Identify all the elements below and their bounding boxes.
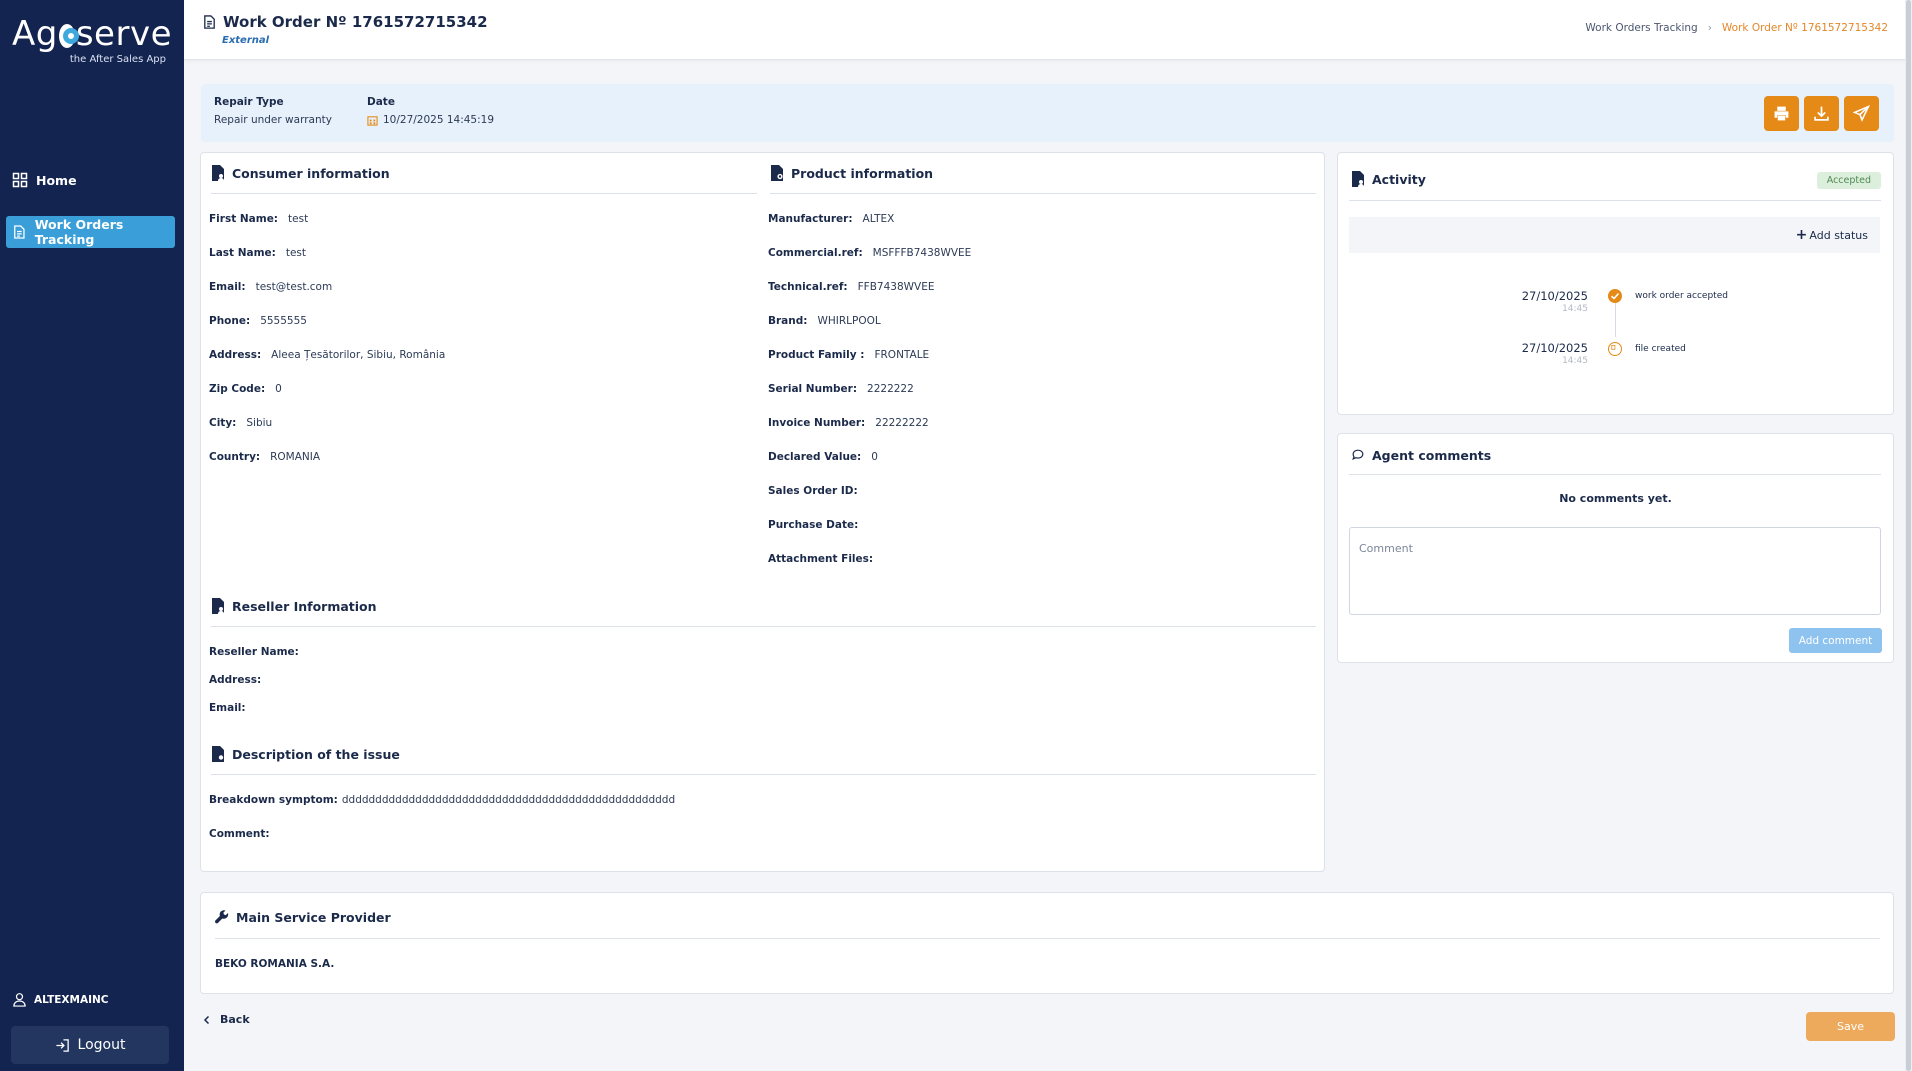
logo-mark-icon [58, 24, 79, 48]
product-manufacturer: Manufacturer: ALTEX [768, 213, 895, 225]
product-serial-number: Serial Number: 2222222 [768, 383, 914, 395]
chat-icon [1352, 449, 1364, 461]
user-file-icon [212, 598, 224, 614]
product-info-title: Product information [770, 165, 933, 181]
add-status-button[interactable]: + Add status [1796, 227, 1868, 243]
work-order-details-card: Consumer information First Name: test Las… [200, 152, 1325, 872]
activity-card: Activity Accepted + Add status 27/10/202… [1337, 152, 1894, 415]
send-button[interactable] [1844, 96, 1879, 131]
product-declared-value: Declared Value: 0 [768, 451, 878, 463]
reseller-address: Address: [209, 674, 262, 686]
file-icon [212, 746, 224, 762]
nav-item-home[interactable]: Home [6, 164, 175, 196]
consumer-country: Country: ROMANIA [209, 451, 321, 463]
breadcrumb-current: Work Order Nº 1761572715342 [1721, 22, 1888, 34]
timeline-event-text: file created [1635, 344, 1686, 354]
document-icon [14, 225, 25, 239]
app-logo[interactable]: Ag serve the After Sales App [12, 14, 172, 65]
issue-description-title: Description of the issue [211, 746, 400, 762]
product-brand: Brand: WHIRLPOOL [768, 315, 881, 327]
repair-type-value: Repair under warranty [214, 114, 332, 126]
agent-comments-card: Agent comments No comments yet. Add comm… [1337, 433, 1894, 663]
calendar-icon [367, 115, 378, 126]
reseller-email: Email: [209, 702, 246, 714]
date-label: Date [367, 96, 395, 108]
issue-breakdown-symptom: Breakdown symptom: dddddddddddddddddddddd… [209, 794, 676, 806]
user-profile[interactable]: ALTEXMAINC [12, 992, 108, 1007]
consumer-first-name: First Name: test [209, 213, 309, 225]
nav-home-label: Home [36, 172, 77, 188]
page-title: Work Order Nº 1761572715342 [202, 13, 488, 31]
timeline-date: 27/10/2025 [1521, 289, 1588, 303]
grid-icon [12, 172, 28, 188]
add-comment-button[interactable]: Add comment [1789, 628, 1882, 653]
breadcrumb: Work Orders Tracking › Work Order Nº 176… [1585, 22, 1888, 34]
timeline-time: 14:45 [1562, 356, 1588, 366]
printer-icon [1774, 106, 1789, 121]
user-file-icon [212, 165, 224, 181]
consumer-email: Email: test@test.com [209, 281, 333, 293]
timeline-date: 27/10/2025 [1521, 341, 1588, 355]
activity-title: Activity [1351, 171, 1426, 187]
page-header: Work Order Nº 1761572715342 External Wor… [184, 0, 1912, 60]
user-icon [13, 993, 26, 1007]
page-subtitle: External [222, 35, 270, 46]
scrollbar-thumb[interactable] [1906, 0, 1911, 1071]
nav-work-orders-label: Work Orders Tracking [34, 217, 124, 247]
consumer-last-name: Last Name: test [209, 247, 307, 259]
product-sales-order-id: Sales Order ID: [768, 485, 858, 497]
chevron-right-icon: › [1707, 22, 1712, 34]
back-button[interactable]: Back [202, 1013, 250, 1026]
chevron-left-icon [203, 1015, 210, 1024]
consumer-zip: Zip Code: 0 [209, 383, 282, 395]
issue-comment: Comment: [209, 828, 270, 840]
product-family: Product Family : FRONTALE [768, 349, 930, 361]
consumer-city: City: Sibiu [209, 417, 273, 429]
work-order-summary: Repair Type Repair under warranty Date 1… [201, 84, 1894, 142]
logout-icon [55, 1038, 69, 1052]
print-button[interactable] [1764, 96, 1799, 131]
timeline-time: 14:45 [1562, 304, 1588, 314]
reseller-info-title: Reseller Information [211, 598, 377, 614]
status-badge: Accepted [1816, 172, 1881, 189]
repair-type-label: Repair Type [214, 96, 284, 108]
consumer-phone: Phone: 5555555 [209, 315, 307, 327]
document-icon [204, 15, 215, 29]
wrench-icon [215, 910, 229, 924]
comment-input[interactable] [1349, 527, 1881, 615]
user-file-icon [1352, 171, 1364, 187]
user-name: ALTEXMAINC [34, 993, 109, 1006]
logout-button[interactable]: Logout [11, 1026, 169, 1064]
date-value: 10/27/2025 14:45:19 [367, 114, 494, 126]
service-provider-title: Main Service Provider [215, 909, 391, 925]
no-comments-message: No comments yet. [1559, 492, 1672, 505]
service-provider-card: Main Service Provider BEKO ROMANIA S.A. [200, 892, 1894, 994]
consumer-address: Address: Aleea Țesătorilor, Sibiu, Români… [209, 349, 446, 361]
sidebar: Ag serve the After Sales App Home Work Or… [0, 0, 184, 1071]
timeline-event-text: work order accepted [1635, 291, 1728, 301]
send-icon [1853, 105, 1870, 122]
product-purchase-date: Purchase Date: [768, 519, 859, 531]
add-status-bar: + Add status [1349, 217, 1880, 253]
reseller-name: Reseller Name: [209, 646, 299, 658]
app-tagline: the After Sales App [69, 54, 166, 65]
consumer-info-title: Consumer information [211, 165, 390, 181]
plus-icon: + [1795, 227, 1808, 243]
breadcrumb-work-orders[interactable]: Work Orders Tracking [1585, 22, 1697, 34]
agent-comments-title: Agent comments [1351, 447, 1491, 463]
save-button[interactable]: Save [1806, 1012, 1895, 1041]
product-technical-ref: Technical.ref: FFB7438WVEE [768, 281, 935, 293]
file-circle-icon [1608, 342, 1622, 356]
service-provider-name: BEKO ROMANIA S.A. [215, 958, 335, 970]
download-button[interactable] [1804, 96, 1839, 131]
product-attachment-files: Attachment Files: [768, 553, 874, 565]
check-circle-icon [1608, 289, 1622, 303]
product-invoice-number: Invoice Number: 22222222 [768, 417, 929, 429]
product-file-icon [771, 165, 783, 181]
product-commercial-ref: Commercial.ref: MSFFFB7438WVEE [768, 247, 972, 259]
download-icon [1814, 106, 1829, 121]
nav-item-work-orders[interactable]: Work Orders Tracking [6, 216, 175, 248]
